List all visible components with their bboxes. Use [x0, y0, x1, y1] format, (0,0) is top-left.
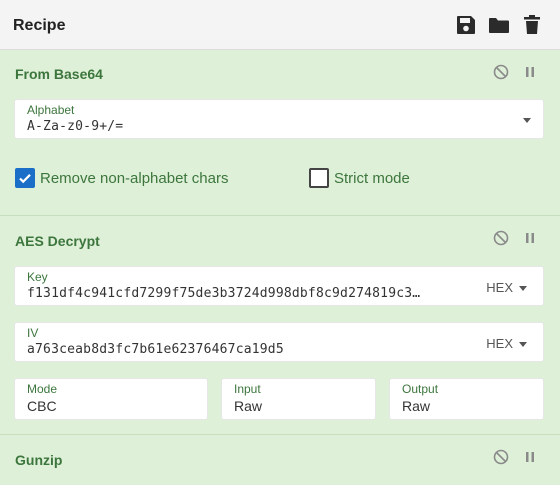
- iv-value: a763ceab8d3fc7b61e62376467ca19d5: [27, 342, 284, 357]
- mode-select[interactable]: Mode CBC: [14, 378, 208, 420]
- strict-mode-checkbox[interactable]: [309, 168, 329, 188]
- recipe-header: Recipe: [0, 0, 560, 50]
- input-format-select[interactable]: Input Raw: [221, 378, 376, 420]
- chevron-down-icon[interactable]: [523, 118, 531, 123]
- strict-mode-label[interactable]: Strict mode: [334, 170, 410, 187]
- remove-non-alphabet-checkbox[interactable]: [15, 168, 35, 188]
- disable-icon[interactable]: [492, 229, 510, 247]
- disable-icon[interactable]: [492, 448, 510, 466]
- iv-field[interactable]: IV a763ceab8d3fc7b61e62376467ca19d5 HEX: [14, 322, 544, 362]
- iv-format-select[interactable]: HEX: [486, 336, 513, 351]
- op-title-aes-decrypt: AES Decrypt: [15, 233, 100, 249]
- alphabet-label: Alphabet: [27, 103, 75, 117]
- remove-non-alphabet-label[interactable]: Remove non-alphabet chars: [40, 170, 228, 187]
- pause-icon[interactable]: [521, 63, 539, 81]
- op-from-base64: From Base64 Alphabet A-Za-z0-9+/= Remove…: [0, 50, 560, 216]
- alphabet-select[interactable]: Alphabet A-Za-z0-9+/=: [14, 99, 544, 139]
- recipe-title: Recipe: [13, 17, 66, 34]
- chevron-down-icon[interactable]: [519, 342, 527, 347]
- mode-label: Mode: [27, 382, 58, 396]
- input-value: Raw: [234, 398, 263, 414]
- key-value: f131df4c941cfd7299f75de3b3724d998dbf8c9d…: [27, 286, 421, 301]
- output-label: Output: [402, 382, 439, 396]
- pause-icon[interactable]: [521, 229, 539, 247]
- disable-icon[interactable]: [492, 63, 510, 81]
- key-label: Key: [27, 270, 48, 284]
- pause-icon[interactable]: [521, 448, 539, 466]
- iv-label: IV: [27, 326, 39, 340]
- key-field[interactable]: Key f131df4c941cfd7299f75de3b3724d998dbf…: [14, 266, 544, 306]
- op-gunzip: Gunzip: [0, 435, 560, 485]
- op-title-gunzip: Gunzip: [15, 452, 63, 468]
- chevron-down-icon[interactable]: [519, 286, 527, 291]
- input-label: Input: [234, 382, 261, 396]
- op-title-from-base64: From Base64: [15, 66, 103, 82]
- key-format-select[interactable]: HEX: [486, 280, 513, 295]
- folder-icon[interactable]: [488, 14, 510, 36]
- trash-icon[interactable]: [521, 14, 543, 36]
- alphabet-value: A-Za-z0-9+/=: [27, 119, 124, 134]
- save-icon[interactable]: [455, 14, 477, 36]
- output-value: Raw: [402, 398, 431, 414]
- mode-value: CBC: [27, 398, 57, 414]
- output-format-select[interactable]: Output Raw: [389, 378, 544, 420]
- op-aes-decrypt: AES Decrypt Key f131df4c941cfd7299f75de3…: [0, 216, 560, 435]
